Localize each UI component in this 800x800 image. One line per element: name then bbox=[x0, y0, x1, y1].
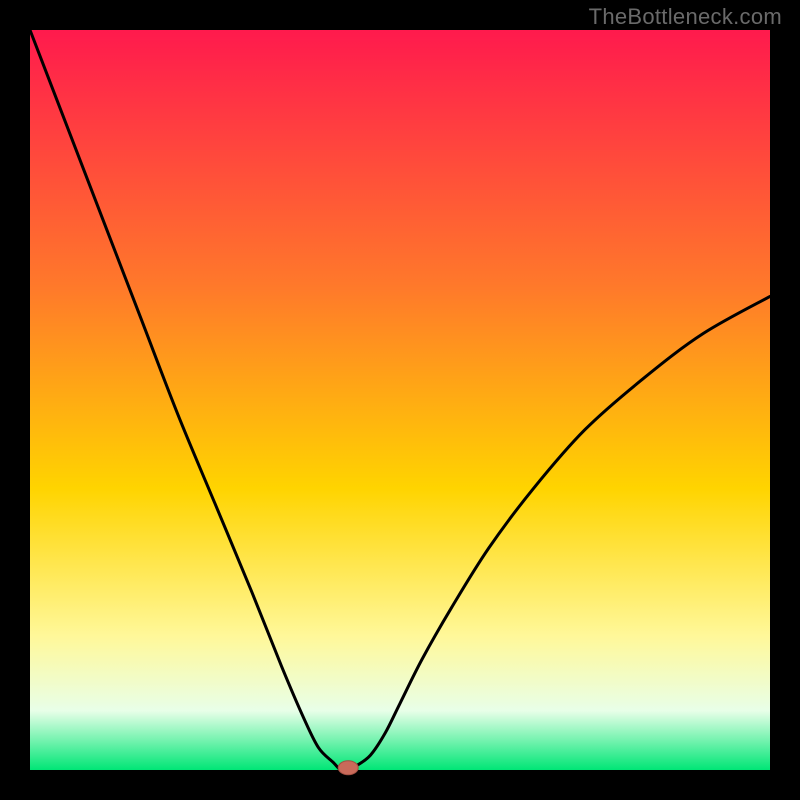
chart-frame: TheBottleneck.com bbox=[0, 0, 800, 800]
watermark-text: TheBottleneck.com bbox=[589, 4, 782, 30]
chart-svg bbox=[0, 0, 800, 800]
plot-area bbox=[30, 30, 770, 770]
minimum-marker bbox=[338, 761, 358, 775]
